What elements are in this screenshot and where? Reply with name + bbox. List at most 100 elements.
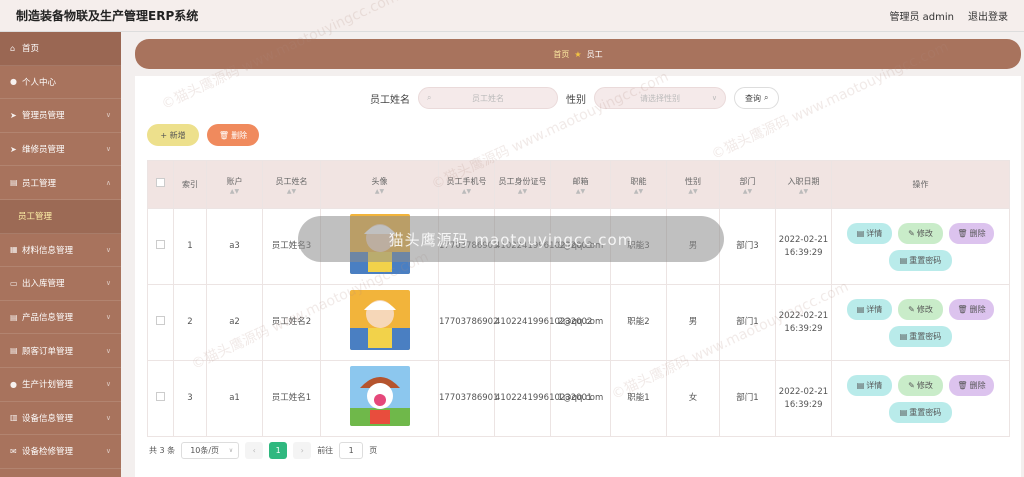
search-icon: ⌕ <box>764 93 769 102</box>
col-idcard[interactable]: 员工身份证号 ▲▼ <box>494 160 551 209</box>
next-page-button[interactable]: › <box>293 442 312 459</box>
chevron-down-icon: ∨ <box>105 346 111 355</box>
breadcrumb-current: 员工 <box>586 49 603 59</box>
row-checkbox[interactable] <box>156 391 165 401</box>
cell-date: 2022-02-21 16:39:29 <box>775 284 832 361</box>
doc-icon: ▤ <box>10 312 18 322</box>
cell-idcard: 410224199610232002 <box>494 284 592 361</box>
doc-icon: ▤ <box>856 304 865 314</box>
trash-icon: 🗑 <box>957 228 968 238</box>
sidebar-item-staff[interactable]: ▤ 员工管理 ∧ <box>0 166 121 200</box>
avatar-image[interactable] <box>349 366 410 426</box>
send-icon: ➤ <box>10 110 17 120</box>
chevron-up-icon: ∧ <box>105 178 111 187</box>
col-avatar[interactable]: 头像 ▲▼ <box>320 160 439 209</box>
table-row: 3 a1 员工姓名1 17703786901 41022419961023200… <box>147 360 1010 437</box>
cell-index: 2 <box>173 284 207 361</box>
sort-icon[interactable]: ▲▼ <box>207 188 262 195</box>
goto-page-input[interactable]: 1 <box>339 442 364 459</box>
add-button[interactable]: + 新增 <box>147 124 199 146</box>
sidebar-item-stock[interactable]: ▭ 出入库管理 ∨ <box>0 267 121 301</box>
cell-name: 员工姓名1 <box>262 360 321 437</box>
cell-account: a2 <box>206 284 263 361</box>
col-gender[interactable]: 性别 ▲▼ <box>666 160 720 209</box>
sidebar-item-admin[interactable]: ➤ 管理员管理 ∨ <box>0 99 121 133</box>
col-email[interactable]: 邮箱 ▲▼ <box>550 160 611 209</box>
search-icon: ⌕ <box>427 93 432 102</box>
sidebar-item-material[interactable]: ▦ 材料信息管理 ∨ <box>0 234 121 268</box>
name-search-input[interactable]: ⌕ 员工姓名 <box>418 87 558 109</box>
prev-page-button[interactable]: ‹ <box>245 442 264 459</box>
detail-button[interactable]: ▤ 详情 <box>847 298 892 320</box>
edit-button[interactable]: ✎ 修改 <box>898 298 943 320</box>
row-checkbox[interactable] <box>156 315 165 325</box>
sidebar-item-inspection[interactable]: ✉ 设备检修管理 ∨ <box>0 435 121 469</box>
select-all-checkbox[interactable] <box>156 178 165 187</box>
row-delete-button[interactable]: 🗑 删除 <box>949 374 994 396</box>
chevron-down-icon: ∨ <box>105 313 111 322</box>
sort-icon[interactable]: ▲▼ <box>611 188 666 195</box>
home-icon: ⌂ <box>10 43 16 53</box>
sidebar-item-product[interactable]: ▤ 产品信息管理 ∨ <box>0 301 121 335</box>
sort-icon[interactable]: ▲▼ <box>667 188 719 195</box>
cell-name: 员工姓名2 <box>262 284 321 361</box>
page-number-current[interactable]: 1 <box>269 442 288 459</box>
sort-icon[interactable]: ▲▼ <box>495 188 550 195</box>
col-phone[interactable]: 员工手机号 ▲▼ <box>438 160 495 209</box>
cell-idcard: 410224199610232001 <box>494 360 592 437</box>
sidebar-item-plan[interactable]: ● 生产计划管理 ∨ <box>0 368 121 402</box>
cell-phone: 17703786901 <box>438 360 499 437</box>
mail-icon: ✉ <box>10 446 17 456</box>
row-delete-button[interactable]: 🗑 删除 <box>949 222 994 244</box>
cell-dept: 部门1 <box>719 360 776 437</box>
sidebar-item-home[interactable]: ⌂ 首页 <box>0 32 121 66</box>
sort-icon[interactable]: ▲▼ <box>551 188 610 195</box>
staff-table: 索引 账户 ▲▼ 员工姓名 ▲▼ 头像 ▲▼ 员工手机号 ▲▼ 员工身份证号 ▲▼ 邮箱 ▲… <box>147 160 1010 437</box>
cell-account: a3 <box>206 208 263 285</box>
reset-password-button[interactable]: ▤ 重置密码 <box>889 401 952 423</box>
delete-button[interactable]: 🗑 删除 <box>207 124 259 146</box>
breadcrumb-home[interactable]: 首页 <box>553 49 569 60</box>
monitor-icon: ▭ <box>10 278 18 288</box>
reset-password-button[interactable]: ▤ 重置密码 <box>889 249 952 271</box>
sort-icon[interactable]: ▲▼ <box>439 188 494 195</box>
doc-icon: ▤ <box>856 228 865 238</box>
cell-avatar <box>320 360 439 437</box>
chevron-down-icon: ∨ <box>105 145 111 154</box>
col-role[interactable]: 职能 ▲▼ <box>610 160 667 209</box>
cell-ops: ▤ 详情 ✎ 修改 🗑 删除 ▤ 重置密码 <box>831 208 1010 285</box>
sidebar-item-device[interactable]: ▥ 设备信息管理 ∨ <box>0 402 121 436</box>
cell-date: 2022-02-21 16:39:29 <box>775 360 832 437</box>
edit-button[interactable]: ✎ 修改 <box>898 222 943 244</box>
doc-icon: ▤ <box>10 346 18 356</box>
sort-icon[interactable]: ▲▼ <box>263 188 320 195</box>
sort-icon[interactable]: ▲▼ <box>776 188 831 195</box>
reset-password-button[interactable]: ▤ 重置密码 <box>889 325 952 347</box>
user-label: 管理员 admin <box>889 12 954 23</box>
row-checkbox[interactable] <box>156 239 165 249</box>
edit-button[interactable]: ✎ 修改 <box>898 374 943 396</box>
cell-account: a1 <box>206 360 263 437</box>
sidebar-subitem-staff[interactable]: 员工管理 <box>0 199 121 234</box>
sort-icon[interactable]: ▲▼ <box>321 188 438 195</box>
row-delete-button[interactable]: 🗑 删除 <box>949 298 994 320</box>
page-size-select[interactable]: 10条/页 ∨ <box>181 442 240 459</box>
logout-link[interactable]: 退出登录 <box>968 8 1008 23</box>
sidebar-item-repair[interactable]: ➤ 维修员管理 ∨ <box>0 133 121 167</box>
chevron-down-icon: ∨ <box>105 413 111 422</box>
avatar-image[interactable] <box>349 290 410 350</box>
trash-icon: 🗑 <box>957 380 968 390</box>
sidebar-item-order[interactable]: ▤ 顾客订单管理 ∨ <box>0 334 121 368</box>
doc-icon: ▤ <box>899 255 908 265</box>
sidebar-item-profile[interactable]: ● 个人中心 <box>0 66 121 100</box>
detail-button[interactable]: ▤ 详情 <box>847 222 892 244</box>
col-account[interactable]: 账户 ▲▼ <box>206 160 263 209</box>
col-name[interactable]: 员工姓名 ▲▼ <box>262 160 321 209</box>
sort-icon[interactable]: ▲▼ <box>720 188 775 195</box>
query-button[interactable]: 查询 ⌕ <box>734 87 780 109</box>
cell-dept: 部门1 <box>719 284 776 361</box>
detail-button[interactable]: ▤ 详情 <box>847 374 892 396</box>
col-dept[interactable]: 部门 ▲▼ <box>719 160 776 209</box>
col-date[interactable]: 入职日期 ▲▼ <box>775 160 832 209</box>
gender-select[interactable]: 请选择性别 ∨ <box>594 87 726 109</box>
